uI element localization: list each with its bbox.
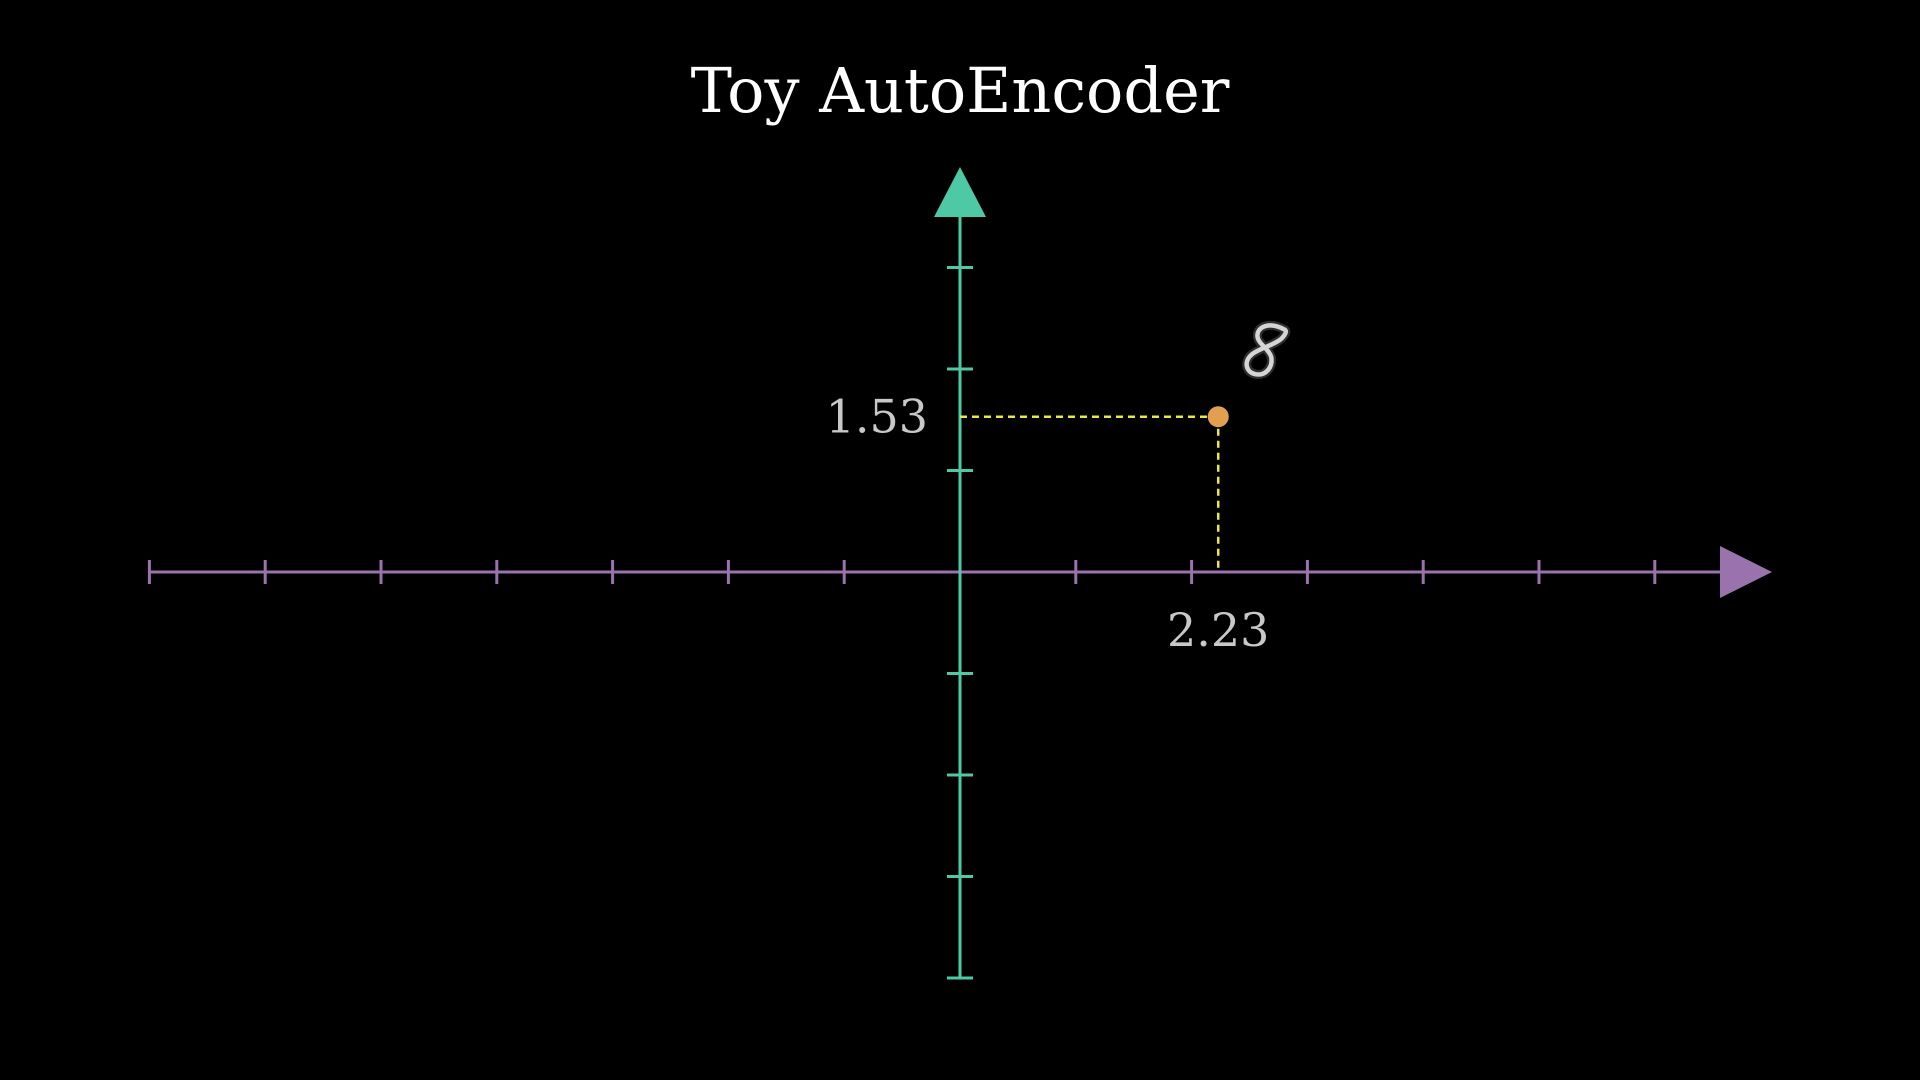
y-value-label: 1.53 bbox=[826, 390, 928, 444]
digit-8-blur bbox=[1242, 320, 1291, 379]
x-value-label: 2.23 bbox=[1167, 603, 1269, 657]
y-axis-arrowhead bbox=[934, 167, 986, 217]
data-point bbox=[1207, 406, 1229, 428]
latent-space-plot: Toy AutoEncoder 2.23 1.53 bbox=[147, 54, 1772, 980]
handwritten-digit-8-image bbox=[1242, 320, 1291, 379]
x-axis-arrowhead bbox=[1720, 546, 1772, 598]
projection-guides bbox=[960, 415, 1220, 572]
data-point-group bbox=[1207, 406, 1229, 428]
autoencoder-latent-space-figure: Toy AutoEncoder 2.23 1.53 bbox=[0, 0, 1920, 1080]
figure-title: Toy AutoEncoder bbox=[691, 54, 1230, 127]
